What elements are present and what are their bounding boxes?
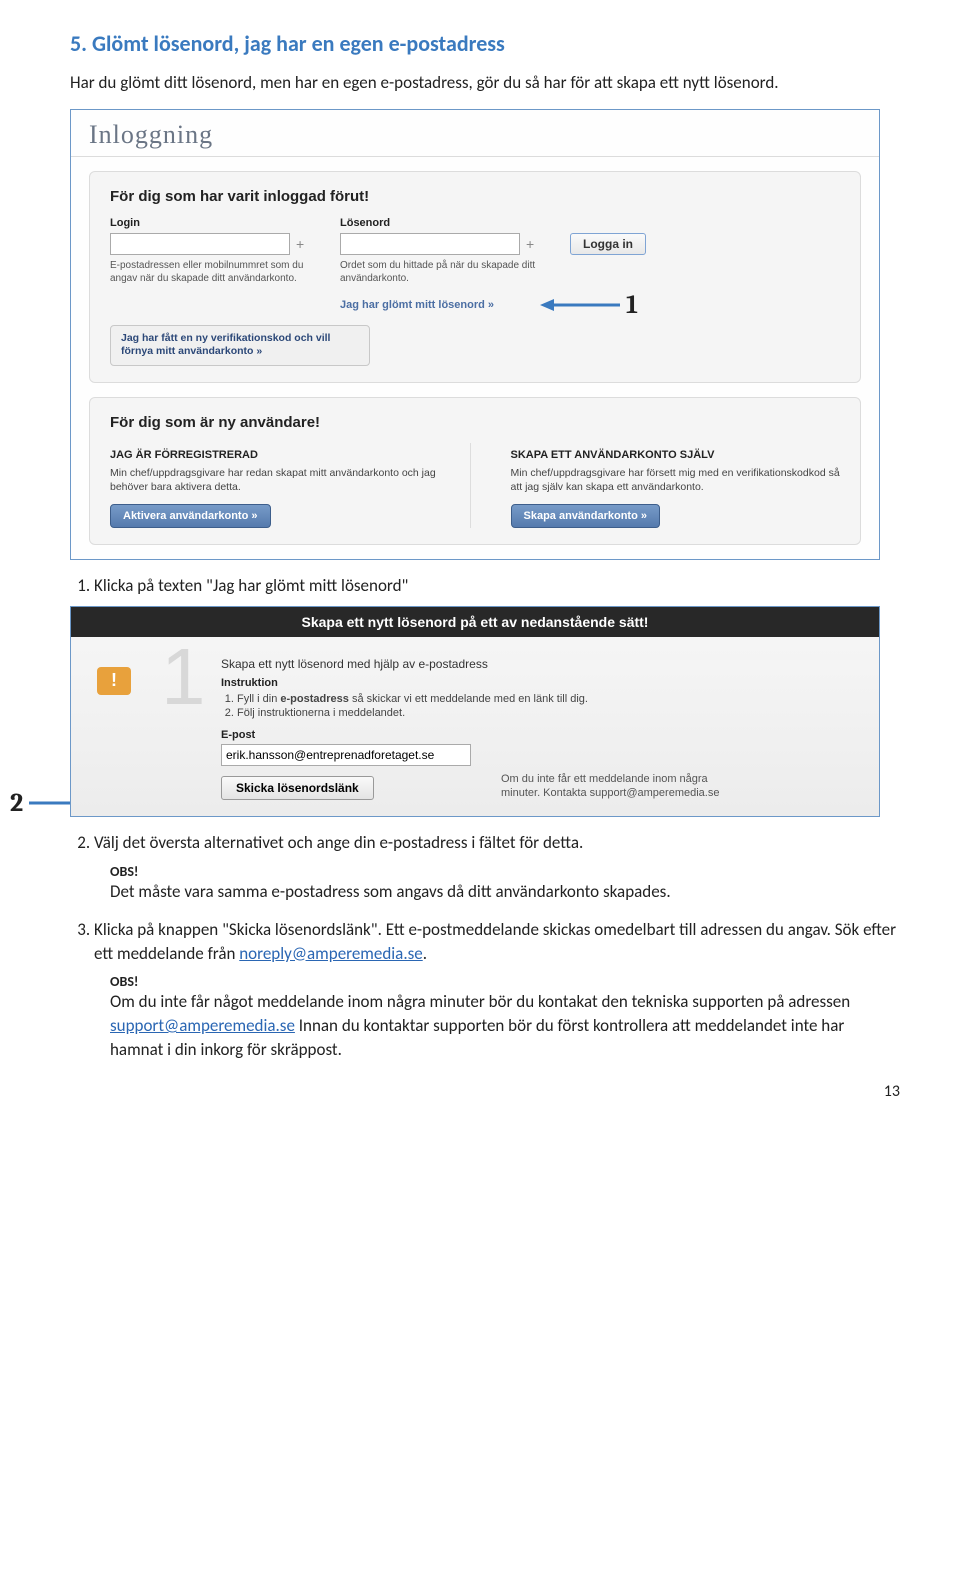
annotation-number-2: 2 (10, 788, 23, 818)
screenshot-login: Inloggning För dig som har varit inlogga… (70, 109, 880, 561)
create-self-title: SKAPA ETT ANVÄNDARKONTO SJÄLV (511, 449, 841, 461)
password-hint: Ordet som du hittade på när du skapade d… (340, 259, 540, 285)
support-link[interactable]: support@amperemedia.se (110, 1015, 295, 1036)
reset-method-title: Skapa ett nytt lösenord med hjälp av e-p… (221, 657, 859, 671)
section-heading: 5. Glömt lösenord, jag har en egen e-pos… (70, 30, 900, 57)
section-b-heading: För dig som är ny användare! (110, 414, 840, 431)
password-input[interactable] (340, 233, 520, 255)
step-2: Välj det översta alternativet och ange d… (94, 831, 900, 855)
plus-icon: + (296, 236, 304, 252)
step-3: Klicka på knappen "Skicka lösenordslänk"… (94, 918, 900, 966)
annotation-number-1: 1 (626, 290, 638, 320)
instruction-1: Fyll i din e-postadress så skickar vi et… (237, 693, 859, 705)
verify-link[interactable]: Jag har fått en ny verifikationskod och … (110, 325, 370, 366)
page-number: 13 (70, 1082, 900, 1101)
login-hint: E-postadressen eller mobilnummret som du… (110, 259, 310, 285)
create-account-button[interactable]: Skapa användarkonto » (511, 504, 661, 528)
obs-block-2: OBS! Om du inte får något meddelande ino… (110, 973, 900, 1061)
app-title-text: Inloggning (89, 120, 213, 149)
email-field[interactable] (221, 744, 471, 766)
login-button[interactable]: Logga in (570, 233, 646, 255)
obs-label: OBS! (110, 973, 900, 990)
app-title: Inloggning (71, 110, 879, 157)
plus-icon: + (526, 236, 534, 252)
annotation-arrow-1: 1 (540, 290, 638, 320)
obs-text-2a: Om du inte får något meddelande inom någ… (110, 991, 850, 1012)
create-self-text: Min chef/uppdragsgivare har försett mig … (511, 467, 841, 494)
activate-account-button[interactable]: Aktivera användarkonto » (110, 504, 271, 528)
obs-label: OBS! (110, 863, 900, 880)
login-input[interactable] (110, 233, 290, 255)
warning-icon: ! (97, 667, 131, 695)
forgot-password-link[interactable]: Jag har glömt mitt lösenord » (340, 299, 494, 311)
email-label: E-post (221, 729, 471, 741)
preregistered-title: JAG ÄR FÖRREGISTRERAD (110, 449, 440, 461)
section-a-heading: För dig som har varit inloggad förut! (110, 188, 840, 205)
instruction-2: Följ instruktionerna i meddelandet. (237, 707, 859, 719)
intro-paragraph: Har du glömt ditt lösenord, men har en e… (70, 71, 900, 95)
step-number-icon: 1 (161, 637, 206, 717)
section-new-user: För dig som är ny användare! JAG ÄR FÖRR… (89, 397, 861, 545)
login-label: Login (110, 217, 330, 229)
step-3-text-b: . (423, 943, 427, 964)
screenshot-reset: Skapa ett nytt lösenord på ett av nedans… (70, 606, 880, 817)
instruction-label: Instruktion (221, 677, 859, 689)
reset-help-text: Om du inte får ett meddelande inom några… (501, 772, 741, 801)
password-label: Lösenord (340, 217, 560, 229)
obs-block-1: OBS! Det måste vara samma e-postadress s… (110, 863, 900, 904)
step-1: Klicka på texten "Jag har glömt mitt lös… (94, 574, 900, 598)
obs-text-1: Det måste vara samma e-postadress som an… (110, 880, 900, 904)
noreply-link[interactable]: noreply@amperemedia.se (239, 943, 422, 964)
send-link-button[interactable]: Skicka lösenordslänk (221, 776, 374, 800)
preregistered-text: Min chef/uppdragsgivare har redan skapat… (110, 467, 440, 494)
section-returning-user: För dig som har varit inloggad förut! Lo… (89, 171, 861, 383)
step-3-text-a: Klicka på knappen "Skicka lösenordslänk"… (94, 919, 896, 964)
